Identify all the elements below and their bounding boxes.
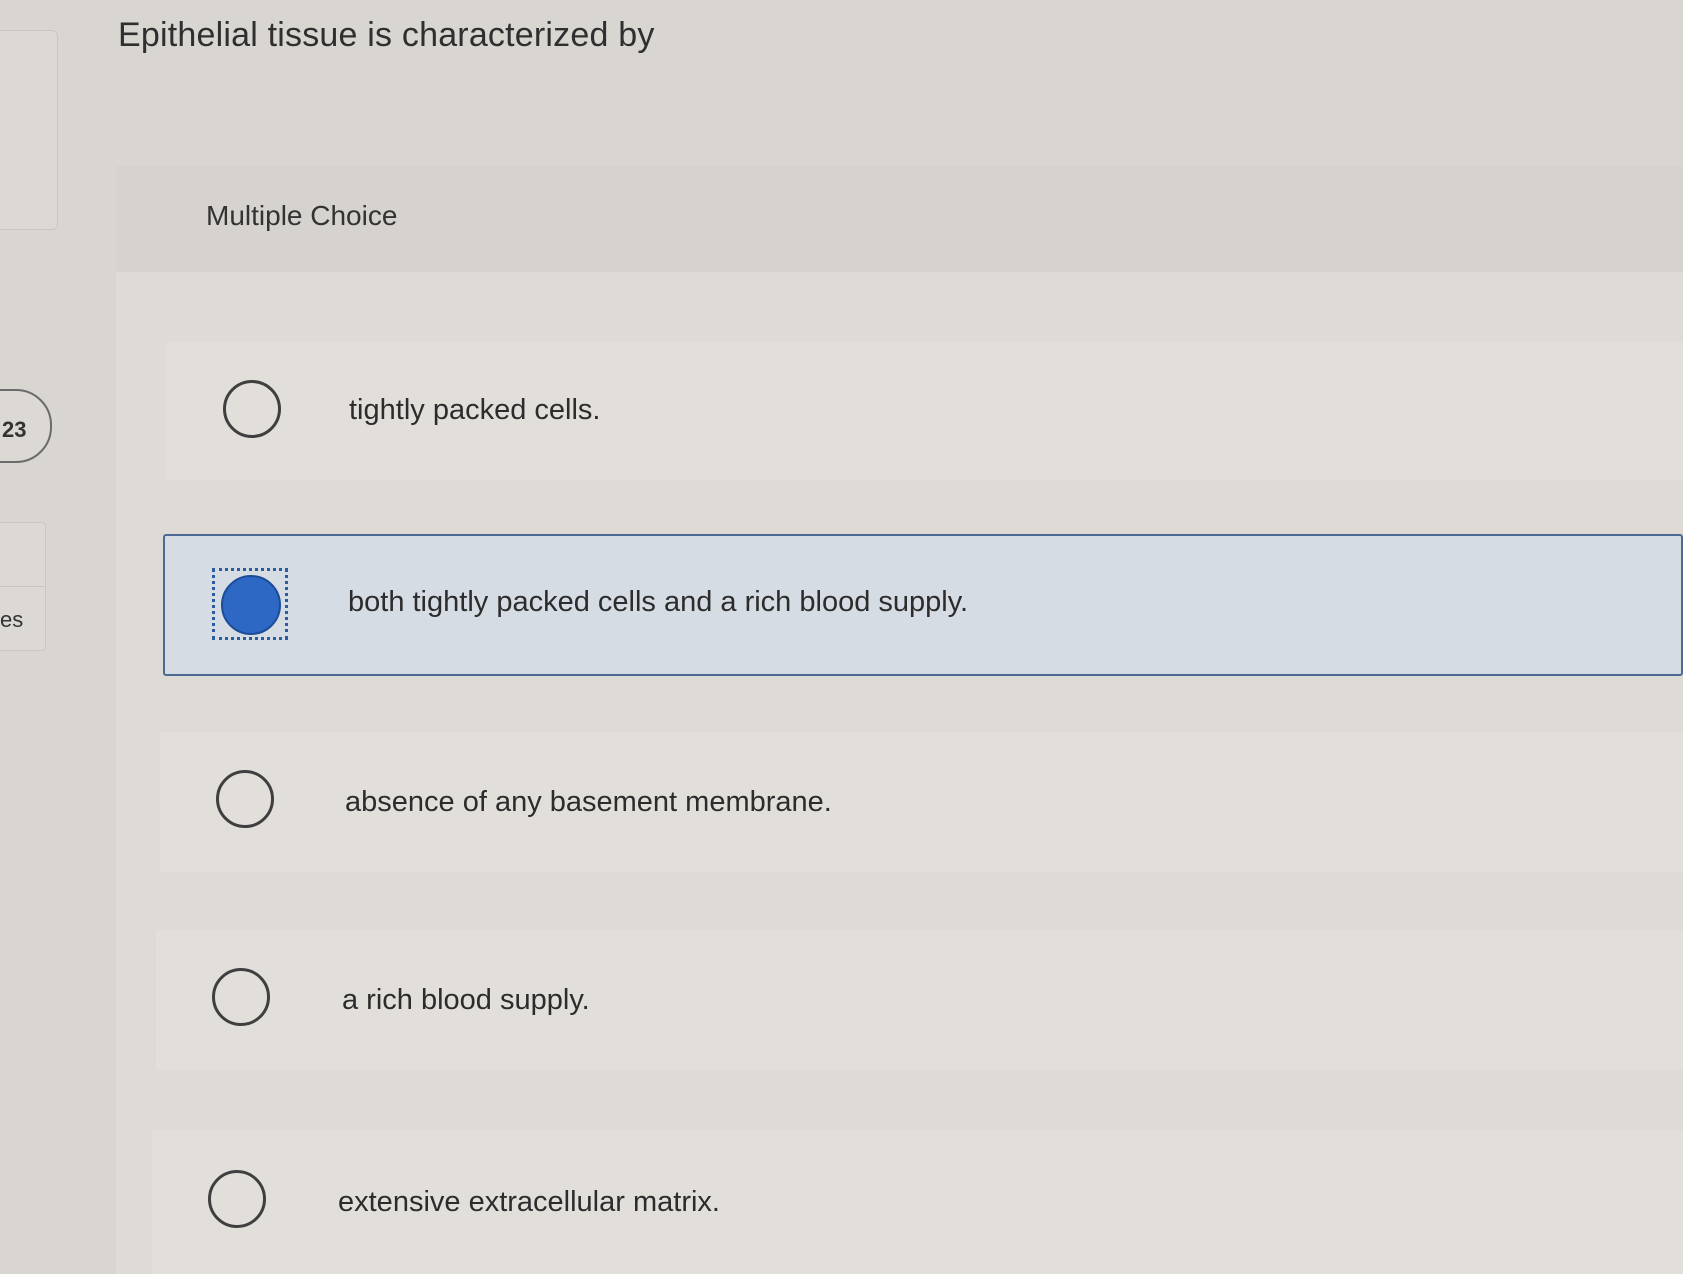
answer-option-3-label: absence of any basement membrane. [345, 786, 832, 818]
answer-option-2-label: both tightly packed cells and a rich blo… [348, 586, 969, 618]
question-title: Epithelial tissue is characterized by [118, 16, 655, 54]
side-nav-text: es [0, 607, 24, 632]
answer-option-5[interactable]: extensive extracellular matrix. [152, 1130, 1683, 1274]
radio-focus-outline[interactable] [212, 568, 288, 640]
answer-option-3[interactable]: absence of any basement membrane. [160, 732, 1683, 872]
radio-button-2-selected[interactable] [221, 575, 281, 635]
answer-option-1-label: tightly packed cells. [349, 394, 601, 426]
answer-option-4[interactable]: a rich blood supply. [156, 930, 1683, 1070]
answer-option-2[interactable]: both tightly packed cells and a rich blo… [163, 534, 1683, 676]
left-rail: 23 es [0, 0, 60, 1274]
answer-option-4-label: a rich blood supply. [342, 984, 590, 1016]
multiple-choice-panel [116, 166, 1683, 1274]
question-nav-card[interactable] [0, 30, 58, 230]
radio-button-3[interactable] [216, 770, 274, 828]
question-type-label: Multiple Choice [206, 200, 398, 231]
answer-option-5-label: extensive extracellular matrix. [338, 1186, 720, 1218]
question-number-text: 23 [2, 417, 27, 442]
radio-button-4[interactable] [212, 968, 270, 1026]
radio-button-1[interactable] [223, 380, 281, 438]
side-nav-divider [0, 586, 45, 587]
radio-button-5[interactable] [208, 1170, 266, 1228]
answer-option-1[interactable]: tightly packed cells. [166, 342, 1683, 480]
